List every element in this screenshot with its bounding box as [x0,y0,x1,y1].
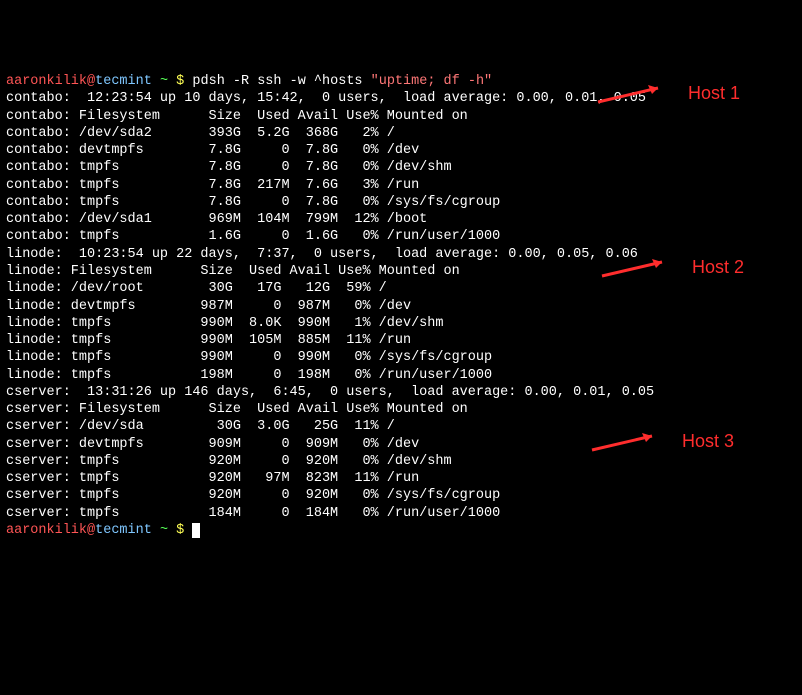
prompt2-host: tecmint [95,523,152,538]
cursor[interactable] [192,523,200,538]
prompt-user: aaronkilik [6,74,87,89]
prompt2-user: aaronkilik [6,523,87,538]
output-block: contabo: 12:23:54 up 10 days, 15:42, 0 u… [6,90,796,522]
prompt-host: tecmint [95,74,152,89]
command-arg[interactable]: "uptime; df -h" [371,74,493,89]
command-text[interactable]: pdsh -R ssh -w ^hosts [192,74,370,89]
prompt-path: ~ [160,74,168,89]
terminal-content: aaronkilik@tecmint ~ $ pdsh -R ssh -w ^h… [6,73,796,539]
prompt2-at: @ [87,523,95,538]
prompt-symbol: $ [176,74,184,89]
prompt2-path: ~ [160,523,168,538]
prompt-at: @ [87,74,95,89]
prompt2-symbol: $ [176,523,184,538]
